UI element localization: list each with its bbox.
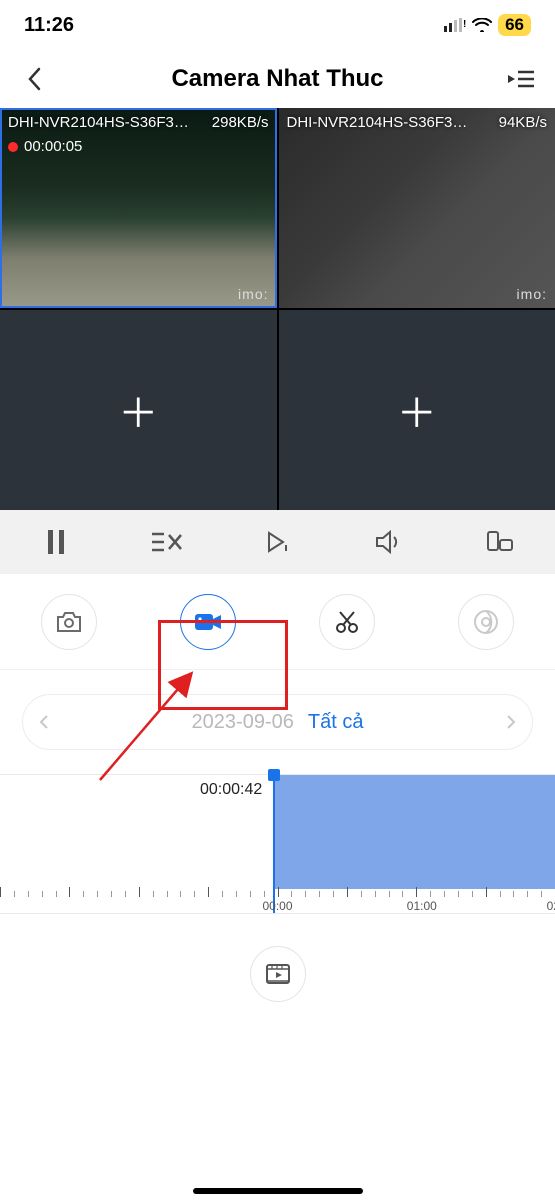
camera-tile-2[interactable]: DHI-NVR2104HS-S36F3… 94KB/s imo:: [279, 108, 555, 308]
camera-grid: DHI-NVR2104HS-S36F3… 298KB/s 00:00:05 im…: [0, 108, 555, 510]
camera-tile-1[interactable]: DHI-NVR2104HS-S36F3… 298KB/s 00:00:05 im…: [0, 108, 277, 308]
date-prev-icon[interactable]: [39, 714, 49, 730]
svg-text:!: !: [463, 19, 466, 30]
action-toolbar: [0, 574, 555, 670]
status-bar: 11:26 ! 66: [0, 0, 555, 50]
back-button[interactable]: [20, 65, 48, 93]
close-stream-button[interactable]: [147, 522, 187, 562]
battery-indicator: 66: [498, 14, 531, 36]
timeline-tick-label: 00:00: [262, 899, 292, 913]
tile-recording-indicator: 00:00:05: [8, 138, 82, 155]
snapshot-button[interactable]: [41, 594, 97, 650]
timeline[interactable]: 00:00:42 00:00 01:00 02:: [0, 774, 555, 914]
add-camera-tile[interactable]: ＋: [279, 310, 555, 510]
status-time: 11:26: [24, 14, 74, 37]
signal-icon: !: [444, 18, 466, 32]
wifi-icon: [472, 18, 492, 32]
plus-icon: ＋: [118, 381, 158, 439]
timeline-current-time: 00:00:42: [200, 781, 262, 799]
status-right: ! 66: [444, 14, 531, 36]
tile-label: DHI-NVR2104HS-S36F3…: [8, 114, 189, 131]
date-display[interactable]: 2023-09-06: [192, 711, 294, 734]
tile-label: DHI-NVR2104HS-S36F3…: [287, 114, 468, 131]
rotate-device-button[interactable]: [480, 522, 520, 562]
sound-button[interactable]: [369, 522, 409, 562]
playback-toolbar: [0, 510, 555, 574]
timeline-tick-label: 02:: [547, 899, 555, 913]
record-dot-icon: [8, 142, 18, 152]
timeline-recorded-range: [273, 775, 555, 889]
tile-brand: imo:: [238, 286, 268, 302]
tile-bitrate: 94KB/s: [499, 114, 547, 131]
add-camera-tile[interactable]: ＋: [0, 310, 277, 510]
home-indicator: [193, 1188, 363, 1194]
record-button[interactable]: [180, 594, 236, 650]
playlist-menu-button[interactable]: [507, 65, 535, 93]
fisheye-button[interactable]: [458, 594, 514, 650]
pause-button[interactable]: [36, 522, 76, 562]
plus-icon: ＋: [397, 381, 437, 439]
date-next-icon[interactable]: [506, 714, 516, 730]
tile-bitrate: 298KB/s: [212, 114, 269, 131]
date-filter-link[interactable]: Tất cả: [308, 711, 364, 734]
page-title: Camera Nhat Thuc: [171, 65, 383, 93]
tile-rec-time: 00:00:05: [24, 138, 82, 155]
timeline-tick-label: 01:00: [407, 899, 437, 913]
date-selector-row: 2023-09-06 Tất cả: [0, 670, 555, 774]
recordings-button[interactable]: [250, 946, 306, 1002]
app-header: Camera Nhat Thuc: [0, 50, 555, 108]
tile-brand: imo:: [517, 286, 547, 302]
clip-button[interactable]: [319, 594, 375, 650]
date-pill[interactable]: 2023-09-06 Tất cả: [22, 694, 533, 750]
timeline-ticks: 00:00 01:00 02:: [0, 889, 555, 913]
step-forward-button[interactable]: [258, 522, 298, 562]
bottom-area: [0, 914, 555, 1034]
